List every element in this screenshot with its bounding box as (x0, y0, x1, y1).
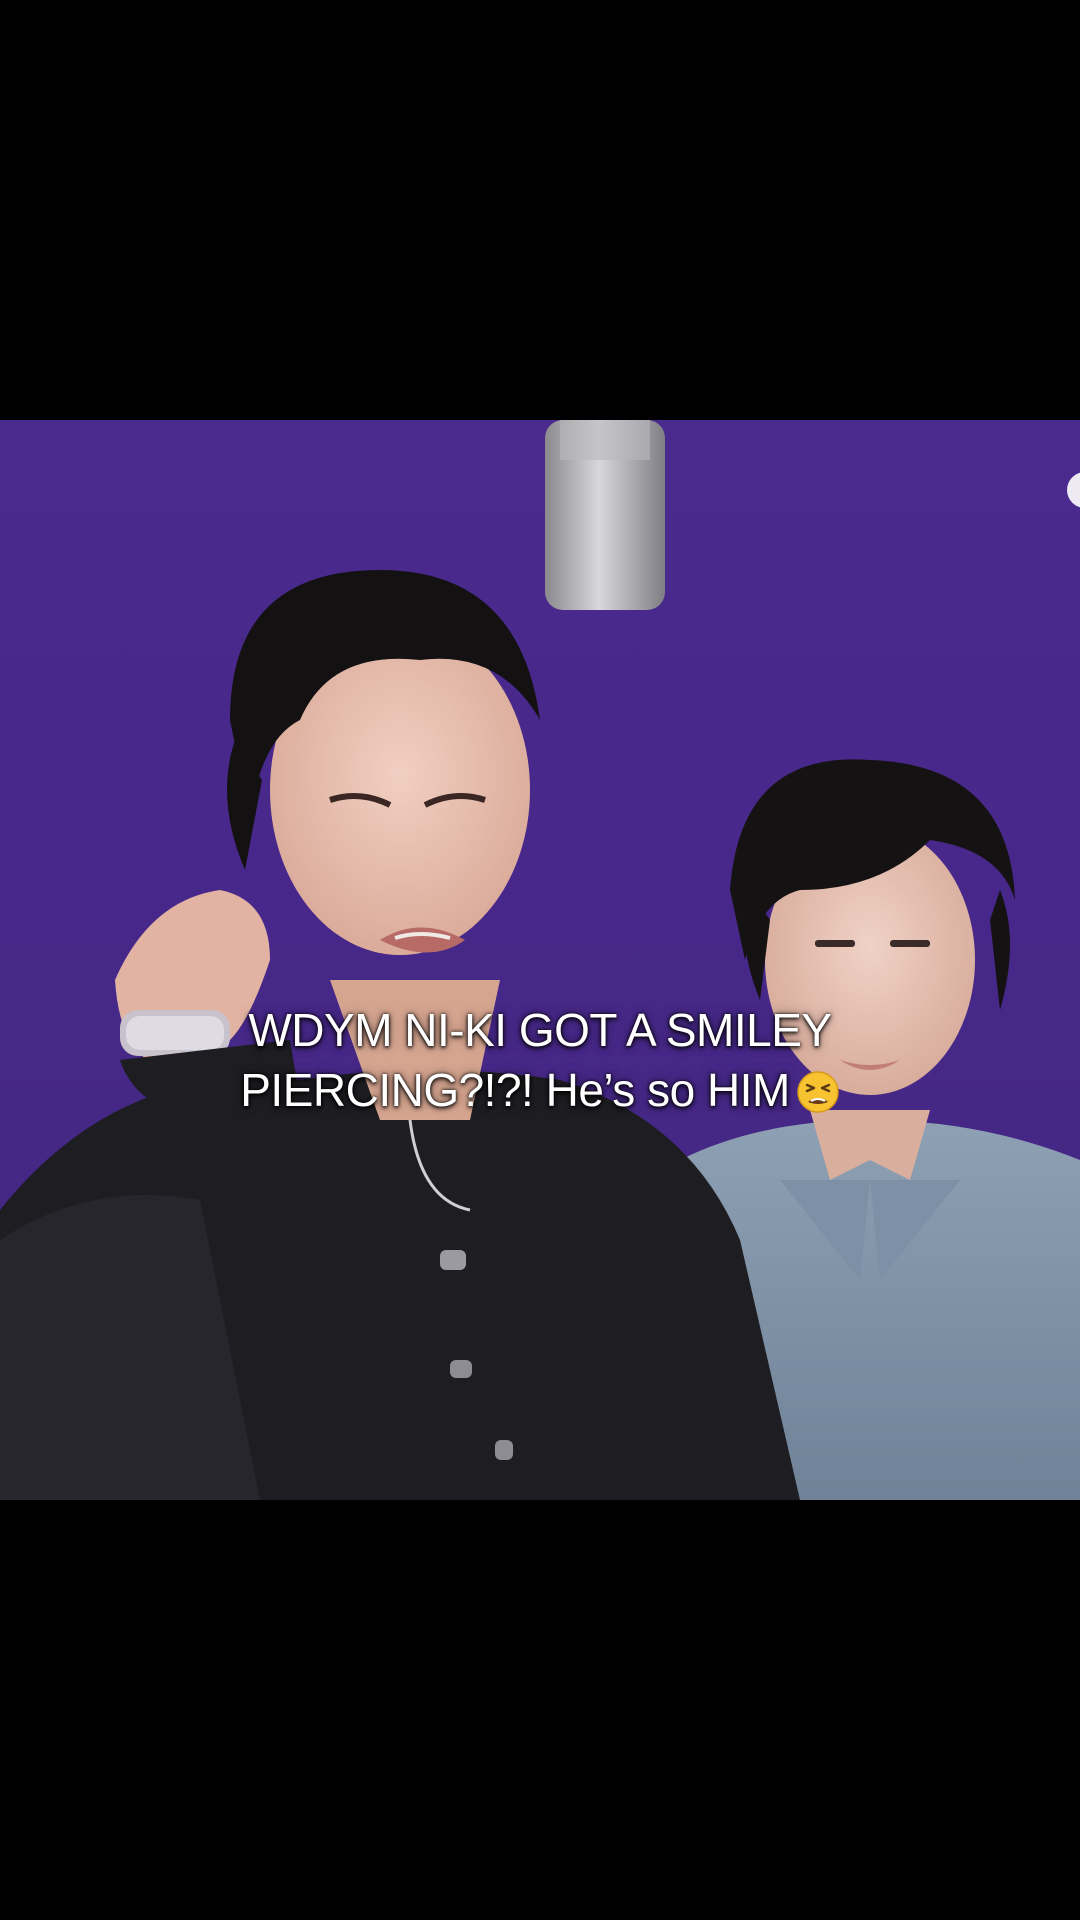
tired-face-emoji-icon (797, 1071, 839, 1113)
caption-line-1: WDYM NI-KI GOT A SMILEY (248, 1004, 832, 1056)
video-caption: WDYM NI-KI GOT A SMILEY PIERCING?!?! He’… (0, 1000, 1080, 1120)
caption-line-2: PIERCING?!?! He’s so HIM (0, 1060, 1080, 1120)
caption-line-2-text: PIERCING?!?! He’s so HIM (240, 1064, 790, 1116)
video-screen[interactable]: WDYM NI-KI GOT A SMILEY PIERCING?!?! He’… (0, 0, 1080, 1920)
microphone (545, 420, 665, 610)
video-scene (0, 420, 1080, 1500)
video-frame[interactable] (0, 420, 1080, 1500)
edge-indicator (1067, 472, 1080, 508)
